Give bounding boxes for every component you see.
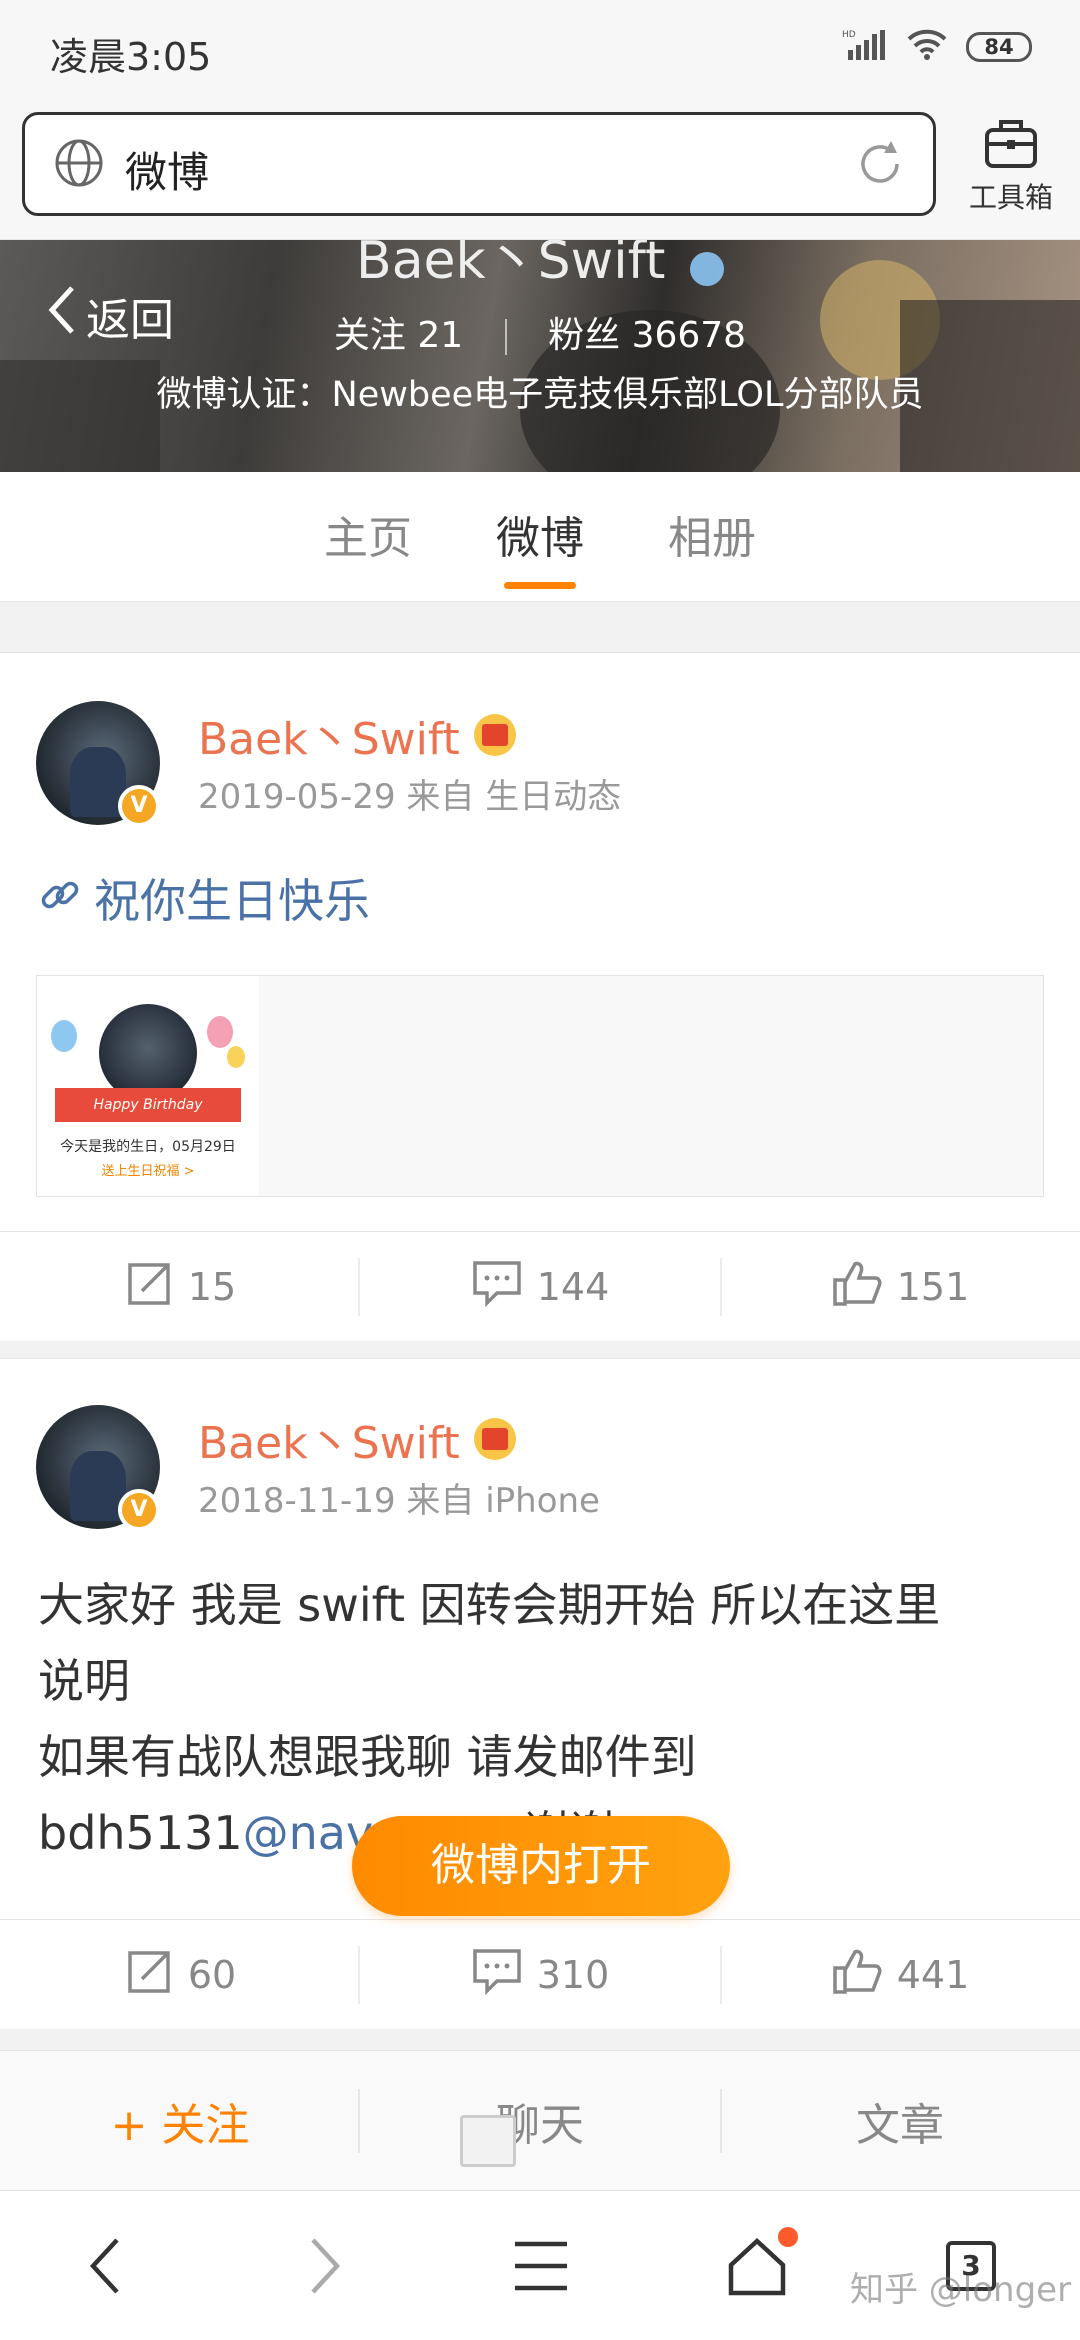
profile-action-bar: + 关注 聊天 文章: [0, 2050, 1080, 2190]
post-meta: 2019-05-29 来自 生日动态: [198, 777, 622, 817]
tab-home[interactable]: 主页: [324, 502, 412, 566]
repost-icon: [124, 1259, 174, 1316]
wifi-icon: [906, 29, 948, 65]
toolbox-icon: [981, 120, 1041, 174]
repost-count: 60: [187, 1953, 237, 1997]
stats-divider: [504, 319, 507, 355]
notification-dot: [778, 2227, 798, 2247]
vip-crown-icon: [473, 1418, 516, 1460]
nav-forward-icon[interactable]: [280, 2221, 370, 2311]
birthday-ribbon: Happy Birthday: [55, 1088, 241, 1122]
like-button[interactable]: 151: [720, 1232, 1080, 1342]
birthday-action[interactable]: 送上生日祝福 >: [37, 1160, 259, 1179]
thumbs-up-icon: [831, 1258, 883, 1317]
watermark-text: 知乎 @longer: [850, 2270, 1072, 2310]
birthday-card-image: Happy Birthday 今天是我的生日，05月29日 送上生日祝福 >: [37, 976, 259, 1196]
followers-stat[interactable]: 粉丝 36678: [548, 315, 746, 356]
comment-count: 310: [536, 1953, 610, 1997]
followers-label: 粉丝: [548, 315, 621, 356]
comment-button[interactable]: 144: [360, 1232, 720, 1342]
like-button[interactable]: 441: [720, 1920, 1080, 2030]
post-card: V Baek丶Swift 2018-11-19 来自 iPhone 大家好 我是…: [0, 1358, 1080, 2029]
vip-crown-icon: [473, 714, 516, 756]
post-author[interactable]: Baek丶Swift: [198, 1407, 516, 1471]
post-link-text: 祝你生日快乐: [94, 874, 370, 928]
repost-button[interactable]: 15: [0, 1232, 360, 1342]
post-author-name: Baek丶Swift: [198, 1418, 460, 1469]
following-label: 关注: [333, 315, 406, 356]
followers-count: 36678: [631, 315, 747, 356]
like-count: 151: [896, 1265, 970, 1309]
page-root: 凌晨3:05 HD 84 微博 工具箱 Baek丶Swift 返回 关注 21 …: [0, 0, 1080, 2340]
birthday-card[interactable]: Happy Birthday 今天是我的生日，05月29日 送上生日祝福 >: [36, 975, 1044, 1197]
browser-toolbar: 微博 工具箱: [0, 100, 1080, 240]
thumbs-up-icon: [831, 1946, 883, 2005]
repost-button[interactable]: 60: [0, 1920, 360, 2030]
status-time: 凌晨3:05: [50, 35, 212, 79]
post-author[interactable]: Baek丶Swift: [198, 703, 516, 767]
balloon-shape: [227, 1046, 245, 1068]
comment-count: 144: [536, 1265, 610, 1309]
nav-back-icon[interactable]: [60, 2221, 150, 2311]
status-icons: HD 84: [842, 28, 1032, 66]
globe-icon: [53, 137, 105, 193]
tab-album[interactable]: 相册: [668, 502, 756, 566]
like-count: 441: [896, 1953, 970, 1997]
article-button[interactable]: 文章: [720, 2051, 1080, 2191]
balloon-shape: [207, 1016, 233, 1048]
verified-badge-icon: V: [118, 785, 160, 827]
tab-weibo[interactable]: 微博: [496, 502, 584, 566]
post-actions: 15 144 151: [0, 1231, 1080, 1341]
post-text-line: 如果有战队想跟我聊 请发邮件到: [38, 1730, 697, 1784]
status-bar: 凌晨3:05 HD 84: [0, 0, 1080, 100]
toolbox-label: 工具箱: [968, 181, 1053, 214]
verified-badge-icon: V: [118, 1489, 160, 1531]
post-meta: 2018-11-19 来自 iPhone: [198, 1481, 600, 1521]
post-body: 祝你生日快乐: [38, 863, 370, 939]
post-author-name: Baek丶Swift: [198, 714, 460, 765]
comment-button[interactable]: 310: [360, 1920, 720, 2030]
link-icon: [38, 863, 82, 939]
menu-icon[interactable]: [496, 2221, 586, 2311]
post-text-line: 大家好 我是 swift 因转会期开始 所以在这里: [38, 1578, 941, 1632]
repost-icon: [124, 1947, 174, 2004]
verified-icon: [689, 252, 724, 286]
profile-name-text: Baek丶Swift: [356, 240, 666, 291]
verification-text: 微博认证：Newbee电子竞技俱乐部LOL分部队员: [156, 375, 924, 415]
profile-tabs: 主页 微博 相册: [0, 472, 1080, 602]
post-actions: 60 310 441: [0, 1919, 1080, 2029]
toolbox-button[interactable]: 工具箱: [956, 116, 1066, 216]
following-count: 21: [417, 315, 464, 356]
chat-button[interactable]: 聊天: [360, 2051, 720, 2191]
svg-text:HD: HD: [842, 30, 856, 40]
following-stat[interactable]: 关注 21: [334, 315, 463, 356]
comment-icon: [471, 1259, 523, 1316]
url-text: 微博: [125, 148, 210, 197]
birthday-caption: 今天是我的生日，05月29日: [60, 1139, 236, 1155]
follow-button[interactable]: + 关注: [0, 2051, 360, 2191]
balloon-shape: [51, 1020, 77, 1052]
battery-indicator: 84: [966, 32, 1032, 62]
post-text-line: 说明: [38, 1654, 130, 1708]
profile-stats: 关注 21 粉丝 36678: [0, 306, 1080, 358]
active-tab-indicator: [504, 582, 576, 589]
repost-count: 15: [187, 1265, 237, 1309]
post-text-fragment: bdh5131: [38, 1806, 243, 1860]
home-icon[interactable]: [712, 2221, 802, 2311]
url-bar[interactable]: 微博: [22, 112, 936, 216]
image-placeholder-icon: [460, 2115, 516, 2167]
post-link[interactable]: 祝你生日快乐: [38, 863, 370, 939]
post-card: V Baek丶Swift 2019-05-29 来自 生日动态 祝你生日快乐 H…: [0, 652, 1080, 1341]
signal-icon: HD: [842, 28, 888, 66]
reload-icon[interactable]: [853, 137, 907, 195]
open-in-weibo-button[interactable]: 微博内打开: [352, 1816, 730, 1916]
comment-icon: [471, 1947, 523, 2004]
profile-header: Baek丶Swift 返回 关注 21 粉丝 36678 微博认证：Newbee…: [0, 240, 1080, 472]
